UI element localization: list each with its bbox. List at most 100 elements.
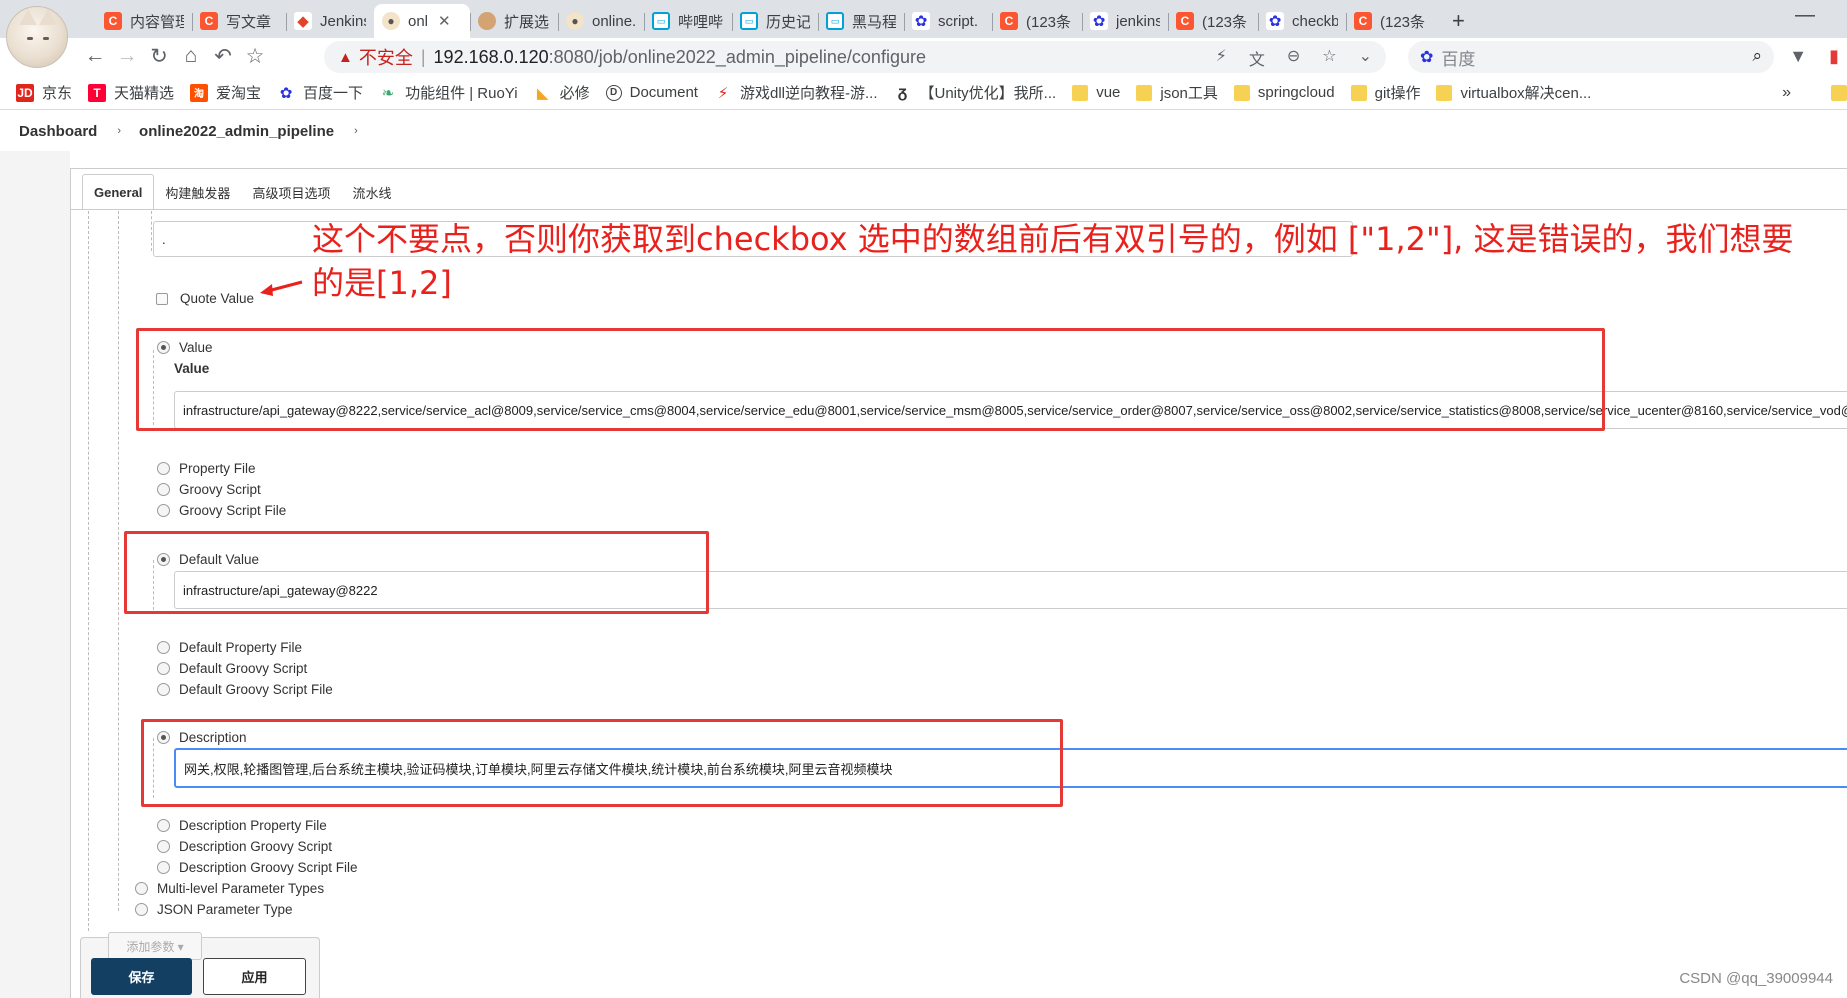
bookmark-item[interactable]: git操作 [1350, 82, 1420, 103]
value-input[interactable]: infrastructure/api_gateway@8222,service/… [174, 391, 1847, 429]
bookmark-item[interactable]: json工具 [1136, 82, 1218, 103]
folder-icon[interactable] [1831, 85, 1847, 101]
browser-tab[interactable]: ✿ script. [904, 4, 992, 38]
jenkins-favicon-icon: ● [382, 12, 400, 30]
browser-tab[interactable]: ▭ 历史记 [732, 4, 818, 38]
bookmark-item[interactable]: ✿ 百度一下 [277, 82, 363, 103]
browser-tab[interactable]: ◆ Jenkins [286, 4, 374, 38]
home-icon[interactable]: ⌂ [178, 44, 204, 68]
description-option[interactable]: Description [157, 730, 247, 745]
browser-tab[interactable]: ▭ 黑马程 [818, 4, 904, 38]
search-engine-box[interactable]: ✿ 百度 ⌕ [1408, 41, 1774, 73]
browser-tab[interactable]: C (123条 [1346, 4, 1436, 38]
quote-value-checkbox[interactable] [156, 292, 168, 305]
bookmark-item[interactable]: ❧ 功能组件 | RuoYi [379, 82, 518, 103]
browser-tab-label: jenkins [1116, 12, 1160, 30]
forward-arrow-icon[interactable]: → [114, 44, 140, 68]
bookmark-item[interactable]: vue [1072, 84, 1120, 101]
new-tab-button[interactable]: + [1452, 4, 1465, 38]
quote-value-option[interactable]: Quote Value [156, 291, 254, 306]
bookmark-item[interactable]: JD 京东 [16, 82, 72, 103]
undo-icon[interactable]: ↶ [210, 44, 236, 69]
groovy-script-option[interactable]: Groovy Script [157, 482, 261, 497]
tab-build-triggers[interactable]: 构建触发器 [154, 175, 241, 209]
apply-button[interactable]: 应用 [203, 958, 306, 995]
minimize-window-button[interactable]: — [1795, 4, 1815, 27]
bookmarks-overflow-icon[interactable]: » [1782, 84, 1791, 102]
lightning-icon[interactable]: ⚡ [1216, 46, 1227, 70]
bookmark-item[interactable]: ⚡ 游戏dll逆向教程-游... [714, 82, 878, 103]
tab-pipeline[interactable]: 流水线 [341, 175, 402, 209]
multi-level-parameter-option[interactable]: Multi-level Parameter Types [135, 881, 324, 896]
address-bar[interactable]: ▲ 不安全 | 192.168.0.120:8080/job/online202… [324, 41, 1386, 73]
breadcrumb-chevron-icon[interactable]: › [117, 125, 121, 137]
add-parameter-button[interactable]: 添加参数 ▾ [108, 932, 202, 960]
browser-tab[interactable]: ✿ checkb [1258, 4, 1346, 38]
description-groovy-script-file-option[interactable]: Description Groovy Script File [157, 860, 358, 875]
value-radio[interactable] [157, 341, 170, 354]
description-groovy-script-option[interactable]: Description Groovy Script [157, 839, 332, 854]
bookmark-item[interactable]: ᵹ 【Unity优化】我所... [894, 82, 1057, 103]
browser-tab[interactable]: ✿ jenkins [1082, 4, 1168, 38]
bookmark-item[interactable]: D Document [605, 84, 698, 101]
default-value-option[interactable]: Default Value [157, 552, 259, 567]
tab-advanced-project-options[interactable]: 高级项目选项 [241, 175, 341, 209]
browser-tab[interactable]: 扩展选 [470, 4, 558, 38]
bookmark-star-icon[interactable]: ☆ [242, 44, 268, 69]
bookmark-item[interactable]: virtualbox解决cen... [1436, 82, 1591, 103]
default-groovy-script-file-radio[interactable] [157, 683, 170, 696]
default-groovy-script-file-option[interactable]: Default Groovy Script File [157, 682, 333, 697]
jd-bookmark-icon: JD [16, 83, 34, 102]
value-radio-option[interactable]: Value [157, 340, 213, 355]
browser-tab[interactable]: C (123条 [1168, 4, 1258, 38]
breadcrumb-job[interactable]: online2022_admin_pipeline [139, 123, 334, 140]
description-radio[interactable] [157, 731, 170, 744]
multi-level-parameter-radio[interactable] [135, 882, 148, 895]
json-parameter-radio[interactable] [135, 903, 148, 916]
zoom-icon[interactable]: ⊖ [1287, 46, 1300, 70]
extension-icon[interactable]: ▼ [1789, 46, 1807, 67]
chevron-down-icon[interactable]: ⌄ [1359, 46, 1372, 70]
groovy-script-radio[interactable] [157, 483, 170, 496]
default-value-radio[interactable] [157, 553, 170, 566]
close-tab-icon[interactable]: ✕ [438, 12, 451, 30]
browser-tab[interactable]: C 内容管理 [96, 4, 192, 38]
favorite-star-icon[interactable]: ☆ [1322, 46, 1336, 70]
bookmark-item[interactable]: T 天猫精选 [88, 82, 174, 103]
bookmark-item[interactable]: 淘爱淘宝 [190, 82, 261, 103]
breadcrumb-dashboard[interactable]: Dashboard [19, 123, 97, 140]
browser-tab[interactable]: C (123条 [992, 4, 1082, 38]
default-property-file-option[interactable]: Default Property File [157, 640, 302, 655]
folder-bookmark-icon [1233, 84, 1250, 101]
description-groovy-script-file-radio[interactable] [157, 861, 170, 874]
translate-icon[interactable]: 文 [1249, 46, 1265, 70]
browser-tab-label: 历史记 [766, 13, 810, 31]
bookmark-item[interactable]: springcloud [1233, 84, 1335, 101]
groovy-script-file-option[interactable]: Groovy Script File [157, 503, 286, 518]
search-icon[interactable]: ⌕ [1752, 46, 1762, 66]
description-groovy-script-radio[interactable] [157, 840, 170, 853]
default-groovy-script-radio[interactable] [157, 662, 170, 675]
default-value-input[interactable]: infrastructure/api_gateway@8222 [174, 571, 1847, 609]
default-property-file-radio[interactable] [157, 641, 170, 654]
save-button[interactable]: 保存 [91, 958, 192, 995]
back-arrow-icon[interactable]: ← [82, 44, 108, 68]
bookmark-item[interactable]: ◣ 必修 [534, 82, 590, 103]
tab-general[interactable]: General [82, 174, 155, 210]
breadcrumb-chevron-icon[interactable]: › [354, 125, 358, 137]
reload-icon[interactable]: ↻ [146, 44, 172, 69]
property-file-option[interactable]: Property File [157, 461, 256, 476]
default-groovy-script-option[interactable]: Default Groovy Script [157, 661, 307, 676]
menu-icon[interactable]: ▮ [1829, 46, 1839, 67]
property-file-radio[interactable] [157, 462, 170, 475]
browser-tab[interactable]: ▭ 哔哩哔 [644, 4, 732, 38]
browser-tab[interactable]: ● onl ✕ [374, 4, 470, 38]
browser-tab[interactable]: ● online. [558, 4, 644, 38]
description-property-file-radio[interactable] [157, 819, 170, 832]
description-property-file-option[interactable]: Description Property File [157, 818, 327, 833]
groovy-script-file-radio[interactable] [157, 504, 170, 517]
profile-avatar[interactable] [6, 6, 68, 68]
json-parameter-option[interactable]: JSON Parameter Type [135, 902, 293, 917]
description-input[interactable]: 网关,权限,轮播图管理,后台系统主模块,验证码模块,订单模块,阿里云存储文件模块… [174, 748, 1847, 788]
browser-tab[interactable]: C 写文章 [192, 4, 286, 38]
